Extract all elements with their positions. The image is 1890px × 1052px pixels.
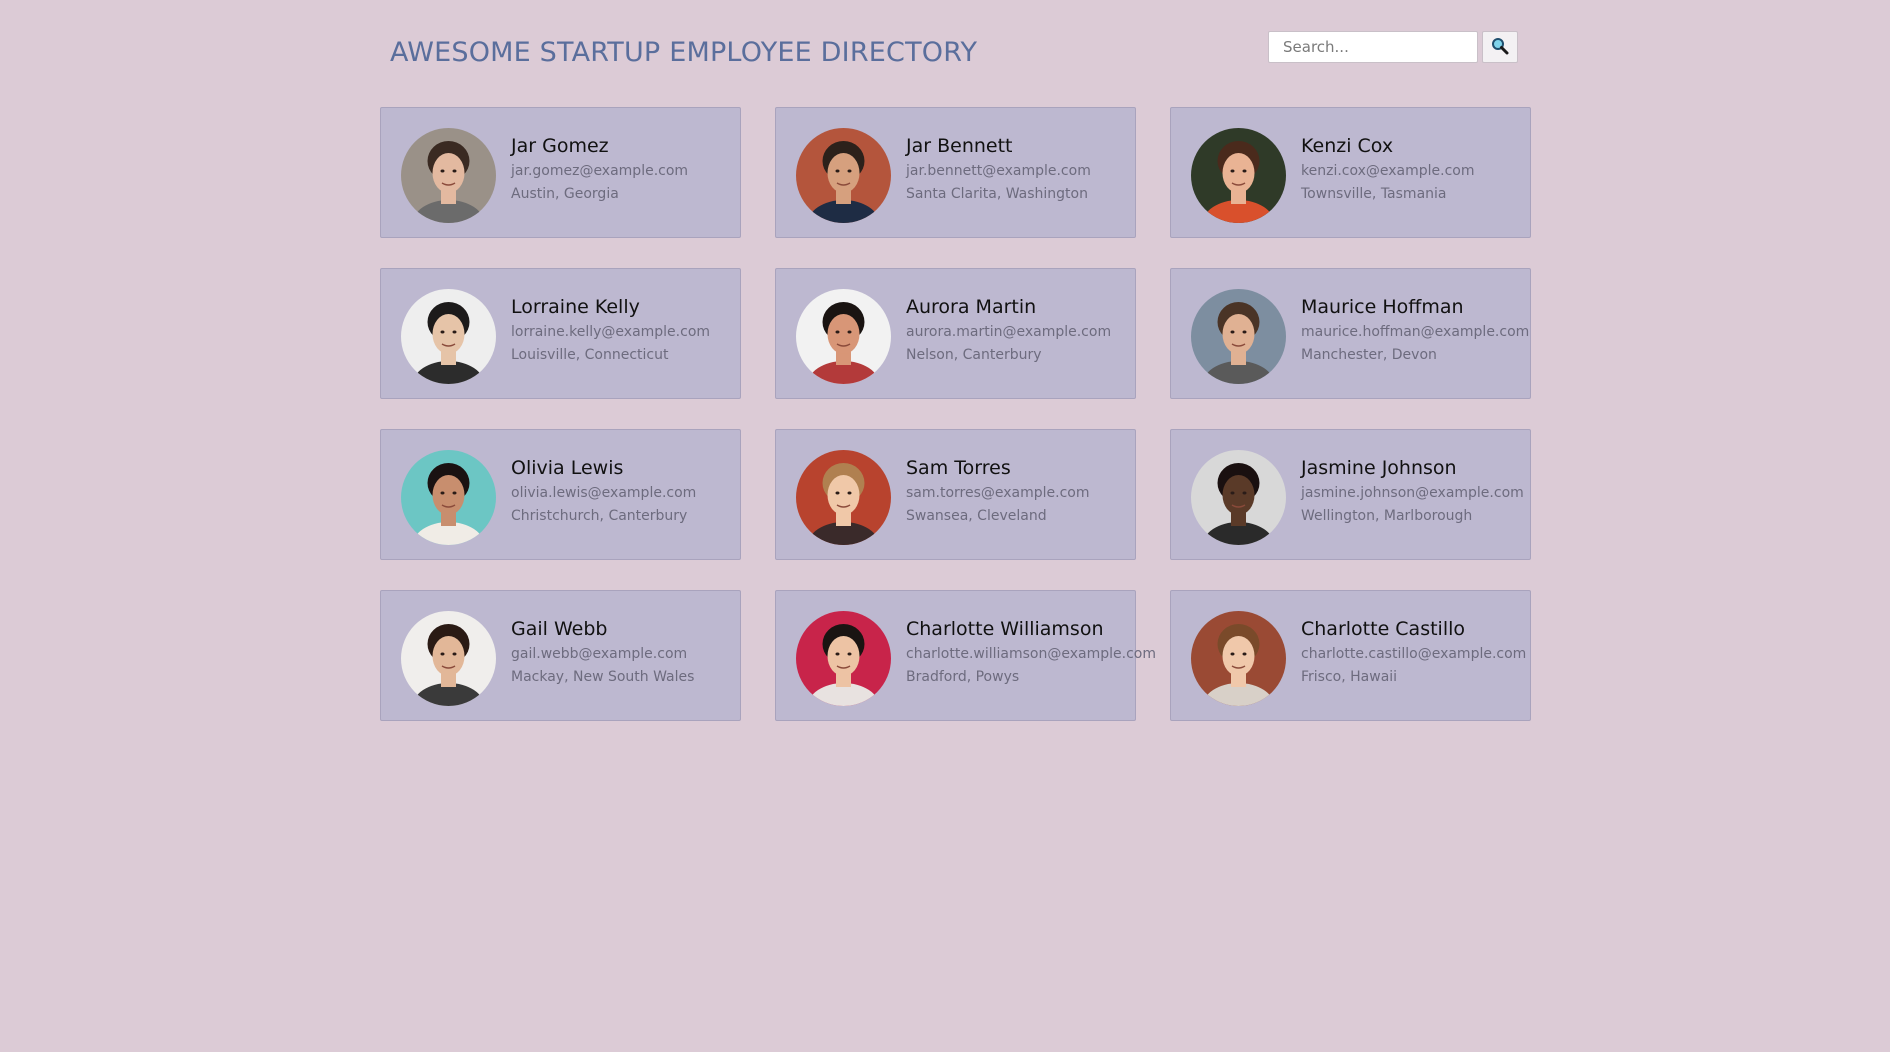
avatar <box>1191 450 1286 545</box>
employee-name: Lorraine Kelly <box>511 296 640 318</box>
employee-location: Christchurch, Canterbury <box>511 508 688 525</box>
employee-location: Swansea, Cleveland <box>906 508 1047 525</box>
avatar <box>401 450 496 545</box>
avatar <box>796 289 891 384</box>
avatar <box>1191 611 1286 706</box>
employee-location: Austin, Georgia <box>511 186 619 203</box>
employee-info: Aurora Martin aurora.martin@example.com Ne… <box>906 297 1111 364</box>
avatar <box>401 611 496 706</box>
avatar <box>1191 289 1286 384</box>
employee-location: Townsville, Tasmania <box>1301 186 1447 203</box>
employee-card[interactable]: Kenzi Cox kenzi.cox@example.com Townsville… <box>1170 107 1531 238</box>
employee-email: maurice.hoffman@example.com <box>1301 323 1530 340</box>
search-button[interactable] <box>1482 31 1518 63</box>
employee-name: Charlotte Williamson <box>906 618 1104 640</box>
employee-card[interactable]: Charlotte Castillo charlotte.castillo@exa… <box>1170 590 1531 721</box>
employee-location: Louisville, Connecticut <box>511 347 669 364</box>
avatar <box>401 128 496 223</box>
avatar <box>796 128 891 223</box>
employee-location: Nelson, Canterbury <box>906 347 1042 364</box>
employee-info: Jar Gomez jar.gomez@example.com Austin, Ge… <box>511 136 688 203</box>
employee-card[interactable]: Maurice Hoffman maurice.hoffman@example.c… <box>1170 268 1531 399</box>
employee-name: Jar Bennett <box>906 135 1013 157</box>
employee-name: Aurora Martin <box>906 296 1037 318</box>
avatar <box>796 450 891 545</box>
employee-card[interactable]: Charlotte Williamson charlotte.williamson… <box>775 590 1156 721</box>
employee-card[interactable]: Aurora Martin aurora.martin@example.com Ne… <box>775 268 1136 399</box>
avatar <box>1191 128 1286 223</box>
employee-card[interactable]: Gail Webb gail.webb@example.com Mackay, Ne… <box>380 590 741 721</box>
employee-location: Santa Clarita, Washington <box>906 186 1088 203</box>
employee-location: Frisco, Hawaii <box>1301 669 1398 686</box>
page-title: AWESOME STARTUP EMPLOYEE DIRECTORY <box>390 37 978 68</box>
employee-email: jar.gomez@example.com <box>511 162 689 179</box>
employee-card[interactable]: Lorraine Kelly lorraine.kelly@example.com… <box>380 268 741 399</box>
employee-email: jasmine.johnson@example.com <box>1301 484 1524 501</box>
avatar <box>796 611 891 706</box>
employee-card[interactable]: Jasmine Johnson jasmine.johnson@example.c… <box>1170 429 1531 560</box>
employee-location: Bradford, Powys <box>906 669 1020 686</box>
employee-info: Maurice Hoffman maurice.hoffman@example.c… <box>1301 297 1529 364</box>
employee-name: Olivia Lewis <box>511 457 624 479</box>
header: AWESOME STARTUP EMPLOYEE DIRECTORY <box>380 0 1530 107</box>
employee-location: Wellington, Marlborough <box>1301 508 1473 525</box>
employee-card[interactable]: Sam Torres sam.torres@example.com Swansea,… <box>775 429 1136 560</box>
employee-email: olivia.lewis@example.com <box>511 484 697 501</box>
search-form <box>1268 31 1518 63</box>
employee-name: Jasmine Johnson <box>1301 457 1457 479</box>
avatar <box>401 289 496 384</box>
employee-email: charlotte.castillo@example.com <box>1301 645 1527 662</box>
employee-info: Sam Torres sam.torres@example.com Swansea,… <box>906 458 1090 525</box>
employee-name: Jar Gomez <box>511 135 609 157</box>
employee-email: sam.torres@example.com <box>906 484 1090 501</box>
search-input[interactable] <box>1268 31 1478 63</box>
employee-email: aurora.martin@example.com <box>906 323 1112 340</box>
employee-email: jar.bennett@example.com <box>906 162 1091 179</box>
employee-name: Gail Webb <box>511 618 608 640</box>
employee-card[interactable]: Jar Bennett jar.bennett@example.com Santa … <box>775 107 1136 238</box>
employee-info: Olivia Lewis olivia.lewis@example.com Chri… <box>511 458 696 525</box>
employee-name: Maurice Hoffman <box>1301 296 1464 318</box>
employee-info: Charlotte Castillo charlotte.castillo@exa… <box>1301 619 1526 686</box>
directory-page: AWESOME STARTUP EMPLOYEE DIRECTORY Jar G… <box>380 0 1531 721</box>
employee-name: Kenzi Cox <box>1301 135 1394 157</box>
employee-gallery: Jar Gomez jar.gomez@example.com Austin, Ge… <box>380 107 1531 721</box>
search-icon <box>1491 37 1509 58</box>
employee-info: Jasmine Johnson jasmine.johnson@example.c… <box>1301 458 1524 525</box>
employee-email: lorraine.kelly@example.com <box>511 323 711 340</box>
employee-name: Charlotte Castillo <box>1301 618 1466 640</box>
employee-card[interactable]: Jar Gomez jar.gomez@example.com Austin, Ge… <box>380 107 741 238</box>
employee-location: Mackay, New South Wales <box>511 669 695 686</box>
employee-card[interactable]: Olivia Lewis olivia.lewis@example.com Chri… <box>380 429 741 560</box>
employee-info: Lorraine Kelly lorraine.kelly@example.com… <box>511 297 710 364</box>
employee-info: Gail Webb gail.webb@example.com Mackay, Ne… <box>511 619 694 686</box>
employee-info: Charlotte Williamson charlotte.williamson… <box>906 619 1156 686</box>
employee-name: Sam Torres <box>906 457 1011 479</box>
employee-email: kenzi.cox@example.com <box>1301 162 1475 179</box>
employee-location: Manchester, Devon <box>1301 347 1437 364</box>
employee-email: gail.webb@example.com <box>511 645 688 662</box>
employee-email: charlotte.williamson@example.com <box>906 645 1156 662</box>
employee-info: Kenzi Cox kenzi.cox@example.com Townsville… <box>1301 136 1475 203</box>
employee-info: Jar Bennett jar.bennett@example.com Santa … <box>906 136 1091 203</box>
